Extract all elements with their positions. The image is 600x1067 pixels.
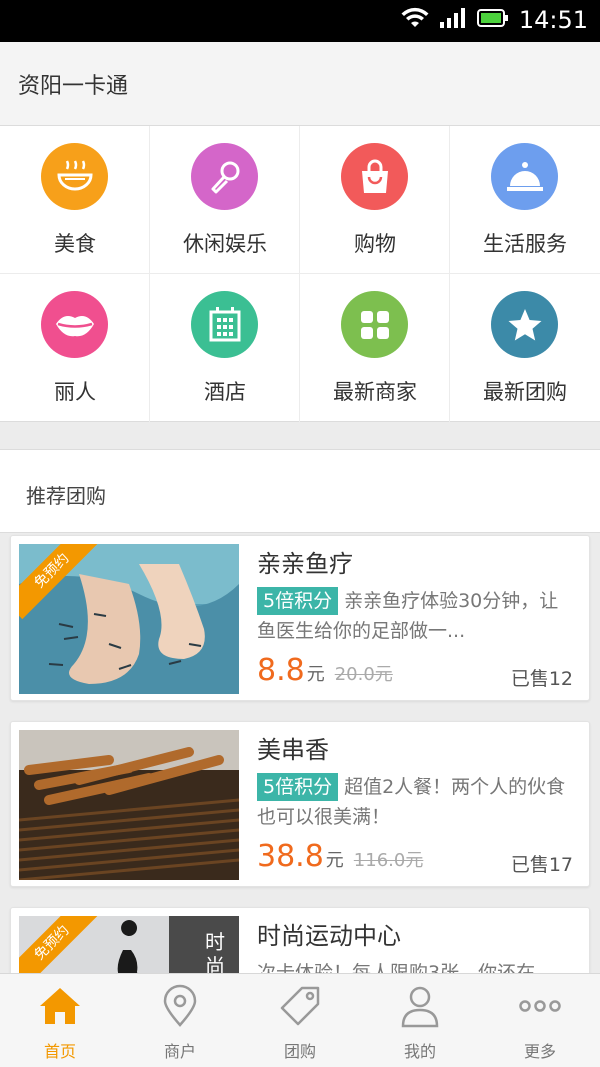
grid-icon (341, 291, 408, 358)
deal-description: 次卡体验！每人限购3张，你还在 (257, 958, 577, 973)
nav-home[interactable]: 首页 (0, 974, 120, 1067)
battery-icon (476, 8, 509, 32)
category-new-merchants[interactable]: 最新商家 (300, 274, 450, 422)
category-shopping[interactable]: 购物 (300, 126, 450, 274)
deal-title: 时尚运动中心 (257, 922, 401, 950)
category-label: 休闲娱乐 (183, 232, 267, 256)
nav-label: 我的 (403, 1042, 436, 1061)
page-title: 资阳一卡通 (18, 74, 129, 99)
nav-label: 商户 (163, 1042, 196, 1061)
nav-mine[interactable]: 我的 (360, 974, 480, 1067)
deal-list[interactable]: 免预约 亲亲鱼疗 5倍积分 亲亲鱼疗体验30分钟，让鱼医生给你的足部做一... 8… (0, 533, 600, 973)
price-value: 8.8 (257, 653, 305, 688)
status-time: 14:51 (518, 6, 588, 34)
status-bar: 14:51 (0, 0, 600, 42)
category-label: 丽人 (54, 380, 96, 404)
sold-count: 已售12 (510, 668, 573, 690)
category-grid: 美食 休闲娱乐 购物 生活服务 丽人 酒店 最新商家 最新团购 (0, 126, 600, 422)
deal-image-fish-spa: 免预约 (19, 544, 239, 694)
nav-merchants[interactable]: 商户 (120, 974, 240, 1067)
tag-icon (278, 984, 322, 1028)
lips-icon (41, 291, 108, 358)
category-food[interactable]: 美食 (0, 126, 150, 274)
category-entertainment[interactable]: 休闲娱乐 (150, 126, 300, 274)
shopping-bag-icon (341, 143, 408, 210)
category-label: 最新商家 (333, 380, 417, 404)
app-header: 资阳一卡通 (0, 42, 600, 126)
deal-price: 38.8 元 116.0元 (257, 839, 423, 874)
nav-label: 首页 (43, 1042, 76, 1061)
price-unit: 元 (325, 850, 344, 871)
deal-price: 8.8 元 20.0元 (257, 653, 393, 688)
deal-card[interactable]: 美串香 5倍积分 超值2人餐！两个人的伙食也可以很美满！ 38.8 元 116.0元 … (10, 721, 590, 887)
nav-group-buy[interactable]: 团购 (240, 974, 360, 1067)
category-label: 美食 (54, 232, 96, 256)
nav-label: 团购 (283, 1042, 316, 1061)
category-hotel[interactable]: 酒店 (150, 274, 300, 422)
deal-title: 亲亲鱼疗 (257, 550, 353, 578)
user-icon (398, 984, 442, 1028)
category-label: 酒店 (204, 380, 246, 404)
original-price: 20.0元 (334, 664, 393, 685)
category-beauty[interactable]: 丽人 (0, 274, 150, 422)
category-services[interactable]: 生活服务 (450, 126, 600, 274)
sold-count: 已售17 (510, 854, 573, 876)
wifi-icon (401, 7, 429, 33)
deal-description: 5倍积分 超值2人餐！两个人的伙食也可以很美满！ (257, 772, 577, 832)
points-badge: 5倍积分 (257, 587, 339, 615)
deal-desc-text: 次卡体验！每人限购3张，你还在 (257, 962, 536, 973)
thumb-caption: 时尚 (205, 930, 225, 973)
category-label: 购物 (354, 232, 396, 256)
microphone-icon (191, 143, 258, 210)
price-value: 38.8 (257, 839, 324, 874)
category-label: 最新团购 (483, 380, 567, 404)
deal-image-skewers (19, 730, 239, 880)
more-dots-icon (518, 984, 562, 1028)
deal-card[interactable]: 时尚 免预约 时尚运动中心 次卡体验！每人限购3张，你还在 (10, 907, 590, 973)
home-icon (38, 984, 82, 1028)
deal-title: 美串香 (257, 736, 329, 764)
price-unit: 元 (306, 664, 325, 685)
food-icon (41, 143, 108, 210)
deal-image-sports: 时尚 免预约 (19, 916, 239, 973)
location-pin-icon (158, 984, 202, 1028)
original-price: 116.0元 (353, 850, 424, 871)
nav-more[interactable]: 更多 (480, 974, 600, 1067)
category-new-deals[interactable]: 最新团购 (450, 274, 600, 422)
recommended-section-header: 推荐团购 (0, 449, 600, 533)
star-icon (491, 291, 558, 358)
deal-description: 5倍积分 亲亲鱼疗体验30分钟，让鱼医生给你的足部做一... (257, 586, 577, 646)
nav-label: 更多 (523, 1042, 556, 1061)
deal-card[interactable]: 免预约 亲亲鱼疗 5倍积分 亲亲鱼疗体验30分钟，让鱼医生给你的足部做一... 8… (10, 535, 590, 701)
service-bell-icon (491, 143, 558, 210)
points-badge: 5倍积分 (257, 773, 339, 801)
hotel-building-icon (191, 291, 258, 358)
category-label: 生活服务 (483, 232, 567, 256)
section-title: 推荐团购 (26, 484, 106, 508)
bottom-navigation: 首页 商户 团购 我的 更多 (0, 973, 600, 1067)
signal-icon (439, 7, 467, 33)
